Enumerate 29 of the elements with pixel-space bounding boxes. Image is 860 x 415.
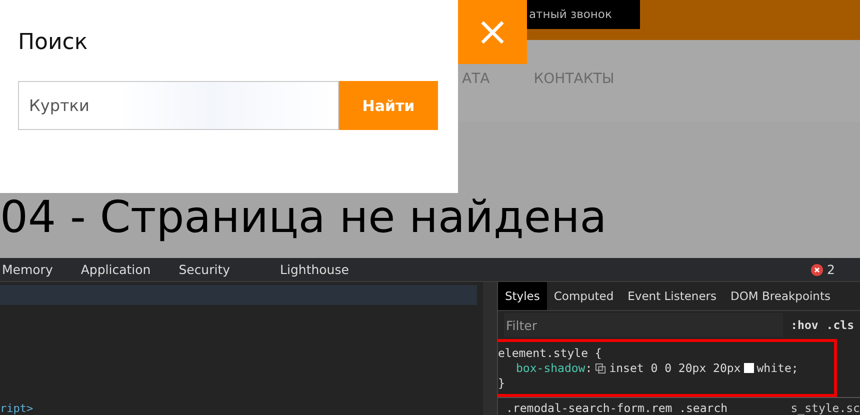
color-swatch[interactable]: [744, 363, 754, 373]
error-count: 2: [827, 262, 835, 277]
property-value: white;: [756, 361, 798, 375]
rule-selector: element.style {: [498, 346, 603, 360]
colon: :: [585, 361, 592, 375]
callback-button[interactable]: атный звонок: [527, 0, 640, 29]
rule-brace: }: [498, 376, 506, 390]
devtools-tab[interactable]: Application: [70, 262, 169, 277]
filter-field[interactable]: Filter: [504, 313, 783, 337]
styles-tab[interactable]: Event Listeners: [620, 282, 724, 310]
search-field[interactable]: Куртки: [18, 81, 339, 130]
property-name: box-shadow: [516, 361, 586, 375]
cls-toggle[interactable]: .cls: [826, 318, 854, 332]
shadow-editor-icon[interactable]: [595, 362, 606, 374]
modal-title: Поиск: [18, 30, 89, 55]
styles-tab[interactable]: Styles: [498, 282, 547, 310]
devtools-tab[interactable]: Security: [168, 262, 270, 277]
property-value: inset 0 0 20px 20px: [609, 361, 741, 375]
error-icon: [811, 264, 824, 276]
styles-tab[interactable]: Computed: [546, 282, 621, 310]
devtools-tab[interactable]: Memory: [0, 262, 71, 277]
devtools-tab[interactable]: Lighthouse: [270, 262, 367, 277]
styles-tab[interactable]: DOM Breakpoints: [724, 282, 838, 310]
source-link[interactable]: s_style.sc: [790, 401, 860, 415]
code-line: ript>: [0, 402, 34, 415]
page-heading: 04 - Страница не найдена: [0, 192, 607, 243]
scrollbar[interactable]: [483, 282, 497, 415]
rule-selector: .remodal-search-form.rem .search: [506, 401, 728, 415]
hov-toggle[interactable]: :hov: [790, 318, 818, 332]
